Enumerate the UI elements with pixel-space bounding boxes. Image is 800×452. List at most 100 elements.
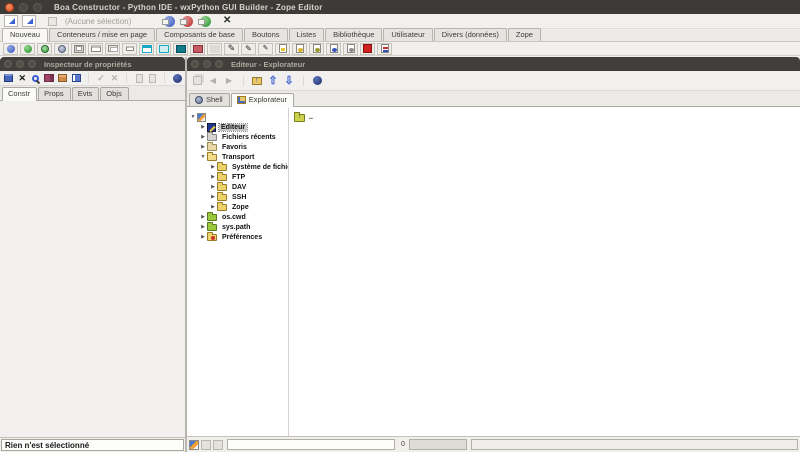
help-sphere-button[interactable] [310,75,324,87]
pencil-button[interactable] [224,43,239,55]
green-sphere-icon[interactable] [200,16,211,27]
frame-outline-button[interactable] [88,43,103,55]
python-app-globe-button[interactable] [3,43,18,55]
palette-tab-bar: NouveauConteneurs / mise en pageComposan… [0,30,800,42]
toolbar-separator [122,73,127,83]
inspector-tab-constr[interactable]: Constr [2,87,37,101]
expand-icon[interactable]: ▶ [209,204,217,210]
expand-icon[interactable]: ▶ [199,134,207,140]
tree-item-dav[interactable]: ▶DAV [187,182,288,192]
tree-item-ssh[interactable]: ▶SSH [187,192,288,202]
close-button[interactable] [5,3,14,12]
palette-tab-listes[interactable]: Listes [289,28,325,41]
selection-checkbox[interactable] [48,17,57,26]
red-block-button[interactable] [360,43,375,55]
doc-scribble-button[interactable] [377,43,392,55]
tree-item-fichiers-recents[interactable]: ▶Fichiers récents [187,132,288,142]
red-sphere-icon[interactable] [182,16,193,27]
palette-tab-nouveau[interactable]: Nouveau [2,28,48,42]
mdi-parent-window-button[interactable] [71,43,86,55]
expand-icon[interactable]: ▶ [199,144,207,150]
pencil-small-button[interactable] [241,43,256,55]
window-cyan-button[interactable] [156,43,171,55]
frame-with-panel-icon [108,45,118,52]
palette-tab-composants-de-base[interactable]: Composants de base [156,28,243,41]
move-down-button[interactable] [282,75,296,87]
delete-button[interactable] [17,72,29,84]
inspector-tab-objs[interactable]: Objs [100,87,128,100]
list-item-..[interactable]: .. [294,112,800,123]
paste-notebook-button[interactable] [3,72,15,84]
explorer-close-button[interactable] [191,60,199,68]
confirm-icon [97,73,105,83]
doc-gray-ball-button[interactable] [343,43,358,55]
inspector-close-button[interactable] [4,60,12,68]
minimize-button[interactable] [19,3,28,12]
collapse-icon[interactable]: ▼ [199,154,207,160]
tree-item-sys.path[interactable]: ▶sys.path [187,222,288,232]
palette-tab-zope[interactable]: Zope [508,28,541,41]
find-inspect-button[interactable] [30,72,42,84]
expand-icon[interactable]: ▶ [209,194,217,200]
palette-tab-divers-donnees[interactable]: Divers (données) [434,28,507,41]
palette-tab-conteneurs-mise-en-page[interactable]: Conteneurs / mise en page [49,28,155,41]
blank-slot-button[interactable] [207,43,222,55]
maximize-button[interactable] [33,3,42,12]
frame-with-panel-button[interactable] [105,43,120,55]
explorer-tab-shell[interactable]: Shell [189,93,230,106]
tree-item-editeur[interactable]: ▶Editeur [187,122,288,132]
expand-icon[interactable]: ▶ [209,184,217,190]
window-red-button[interactable] [190,43,205,55]
status-button-1[interactable] [201,440,211,450]
bookmark-folder-button[interactable] [250,75,264,87]
selection-combo[interactable]: (Aucune sélection) [65,17,157,26]
status-button-2[interactable] [213,440,223,450]
dialog-cyan-button[interactable] [139,43,154,55]
doc-olive-ball-button[interactable] [309,43,324,55]
help-sphere-button[interactable] [171,72,183,84]
tree-item-systeme-de-fichiers[interactable]: ▶Système de fichiers [187,162,288,172]
collapse-icon[interactable]: ▼ [189,114,197,120]
tree-item-preferences[interactable]: ▶Préférences [187,232,288,242]
inspect-pointer-icon[interactable] [4,15,18,27]
doc-yellow-mark-button[interactable] [275,43,290,55]
expand-icon[interactable]: ▶ [199,234,207,240]
book-orange-button[interactable] [57,72,69,84]
package-green-globe-button[interactable] [37,43,52,55]
mini-frame-button[interactable] [122,43,137,55]
expand-icon[interactable]: ▶ [199,124,207,130]
tree-item-zope[interactable]: ▶Zope [187,202,288,212]
expand-icon[interactable]: ▶ [209,174,217,180]
doc-blue-ball-button[interactable] [326,43,341,55]
tree-item-favoris[interactable]: ▶Favoris [187,142,288,152]
blue-sphere-icon[interactable] [164,16,175,27]
inspector-minimize-button[interactable] [16,60,24,68]
move-up-button[interactable] [266,75,280,87]
expand-icon[interactable]: ▶ [199,224,207,230]
tree-item-transport[interactable]: ▼Transport [187,152,288,162]
inspector-tab-evts[interactable]: Evts [72,87,100,100]
palette-tab-bibliotheque[interactable]: Bibliothèque [325,28,382,41]
gray-globe-button[interactable] [54,43,69,55]
books-red-button[interactable] [44,72,56,84]
tree-item-ftp[interactable]: ▶FTP [187,172,288,182]
expand-icon[interactable]: ▶ [199,214,207,220]
palette-tab-utilisateur[interactable]: Utilisateur [383,28,432,41]
folder-green-icon [207,224,217,231]
pencil-tiny-button[interactable] [258,43,273,55]
book-blue-button[interactable] [71,72,83,84]
inspect-pointer-alt-icon[interactable] [22,15,36,27]
tree-item-root[interactable]: ▼ [187,112,288,122]
explorer-tab-explorateur[interactable]: Explorateur [231,93,294,107]
close-page-icon[interactable]: ✕ [223,16,231,26]
window-teal-button[interactable] [173,43,188,55]
palette-tab-boutons[interactable]: Boutons [244,28,288,41]
inspector-tab-props[interactable]: Props [38,87,71,100]
explorer-minimize-button[interactable] [203,60,211,68]
doc-gold-ball-button[interactable] [292,43,307,55]
python-module-globe-button[interactable] [20,43,35,55]
explorer-maximize-button[interactable] [215,60,223,68]
expand-icon[interactable]: ▶ [209,164,217,170]
tree-item-os.cwd[interactable]: ▶os.cwd [187,212,288,222]
inspector-maximize-button[interactable] [28,60,36,68]
